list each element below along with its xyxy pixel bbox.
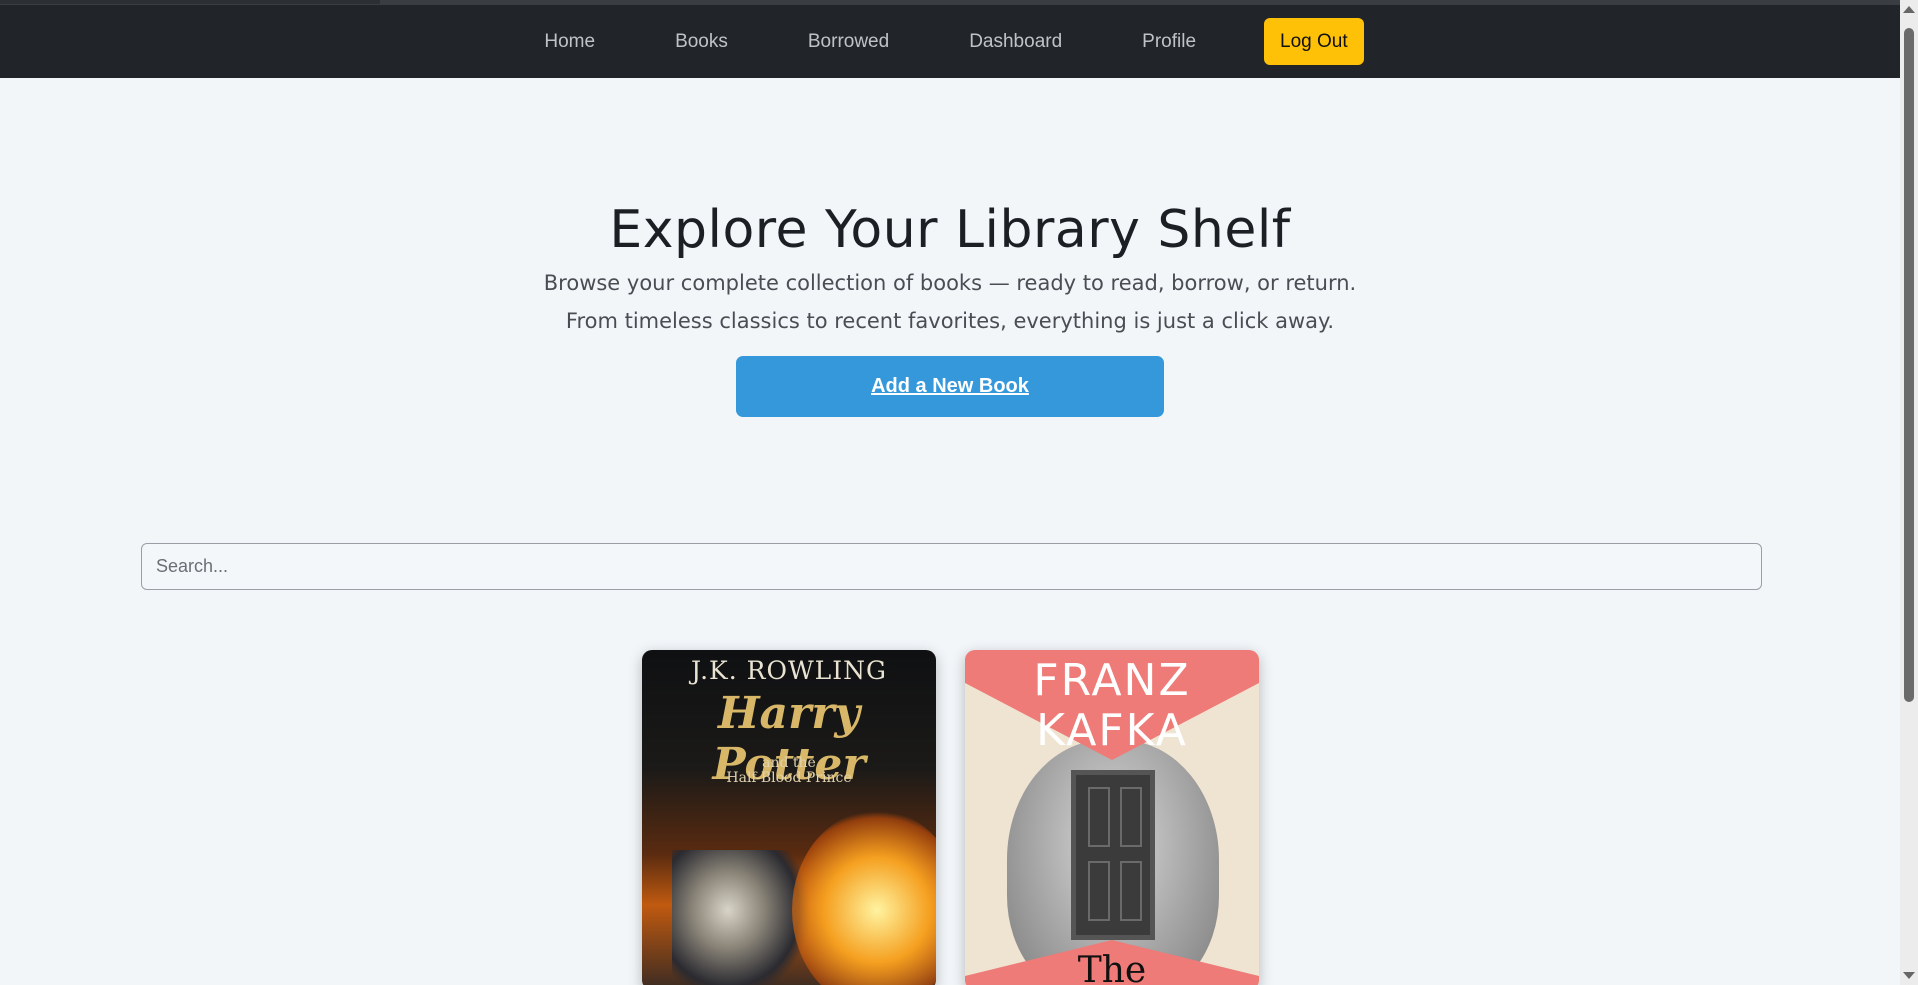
cover-illustration-door bbox=[1071, 770, 1155, 940]
book-card-kafka[interactable]: FRANZ KAFKA The bbox=[965, 650, 1259, 985]
book-cover-author: FRANZ KAFKA bbox=[965, 656, 1259, 756]
add-new-book-button[interactable]: Add a New Book bbox=[736, 356, 1164, 417]
book-card-harry-potter[interactable]: J.K. ROWLING Harry Potter and the Half-B… bbox=[642, 650, 936, 985]
scroll-up-arrow-icon[interactable] bbox=[1903, 6, 1915, 13]
nav-home-link[interactable]: Home bbox=[544, 31, 595, 53]
book-cover-author-first: FRANZ bbox=[1033, 655, 1191, 706]
book-cover-subtitle-line1: and the bbox=[762, 755, 816, 771]
logout-button[interactable]: Log Out bbox=[1264, 18, 1364, 65]
top-navbar: Home Books Borrowed Dashboard Profile Lo… bbox=[0, 5, 1900, 78]
cover-illustration-fire bbox=[792, 810, 936, 985]
hero-subtitle-line1: Browse your complete collection of books… bbox=[543, 271, 1357, 295]
nav-borrowed-link[interactable]: Borrowed bbox=[808, 31, 889, 53]
page-title: Explore Your Library Shelf bbox=[609, 200, 1291, 260]
cover-illustration-wizard bbox=[672, 850, 812, 985]
page-scrollbar[interactable] bbox=[1900, 0, 1918, 985]
scroll-down-arrow-icon[interactable] bbox=[1903, 972, 1915, 979]
nav-profile-link[interactable]: Profile bbox=[1142, 31, 1196, 53]
nav-links: Home Books Borrowed Dashboard Profile Lo… bbox=[544, 18, 1364, 65]
door-panel bbox=[1088, 861, 1110, 921]
book-cover-subtitle-line2: Half-Blood Prince bbox=[726, 770, 852, 786]
book-cover-subtitle: and the Half-Blood Prince bbox=[642, 756, 936, 786]
nav-dashboard-link[interactable]: Dashboard bbox=[969, 31, 1062, 53]
nav-books-link[interactable]: Books bbox=[675, 31, 728, 53]
book-cover-author-last: KAFKA bbox=[1036, 705, 1188, 756]
scrollbar-thumb[interactable] bbox=[1904, 28, 1914, 702]
search-input[interactable] bbox=[141, 543, 1762, 590]
book-cover-title: The bbox=[1077, 950, 1147, 985]
door-panel bbox=[1120, 861, 1142, 921]
hero-section: Explore Your Library Shelf Browse your c… bbox=[0, 78, 1900, 417]
book-cover-author: J.K. ROWLING bbox=[691, 656, 887, 685]
hero-subtitle-line2: From timeless classics to recent favorit… bbox=[565, 309, 1335, 333]
active-tab-indicator bbox=[0, 0, 380, 4]
door-panel bbox=[1120, 787, 1142, 847]
door-panel bbox=[1088, 787, 1110, 847]
